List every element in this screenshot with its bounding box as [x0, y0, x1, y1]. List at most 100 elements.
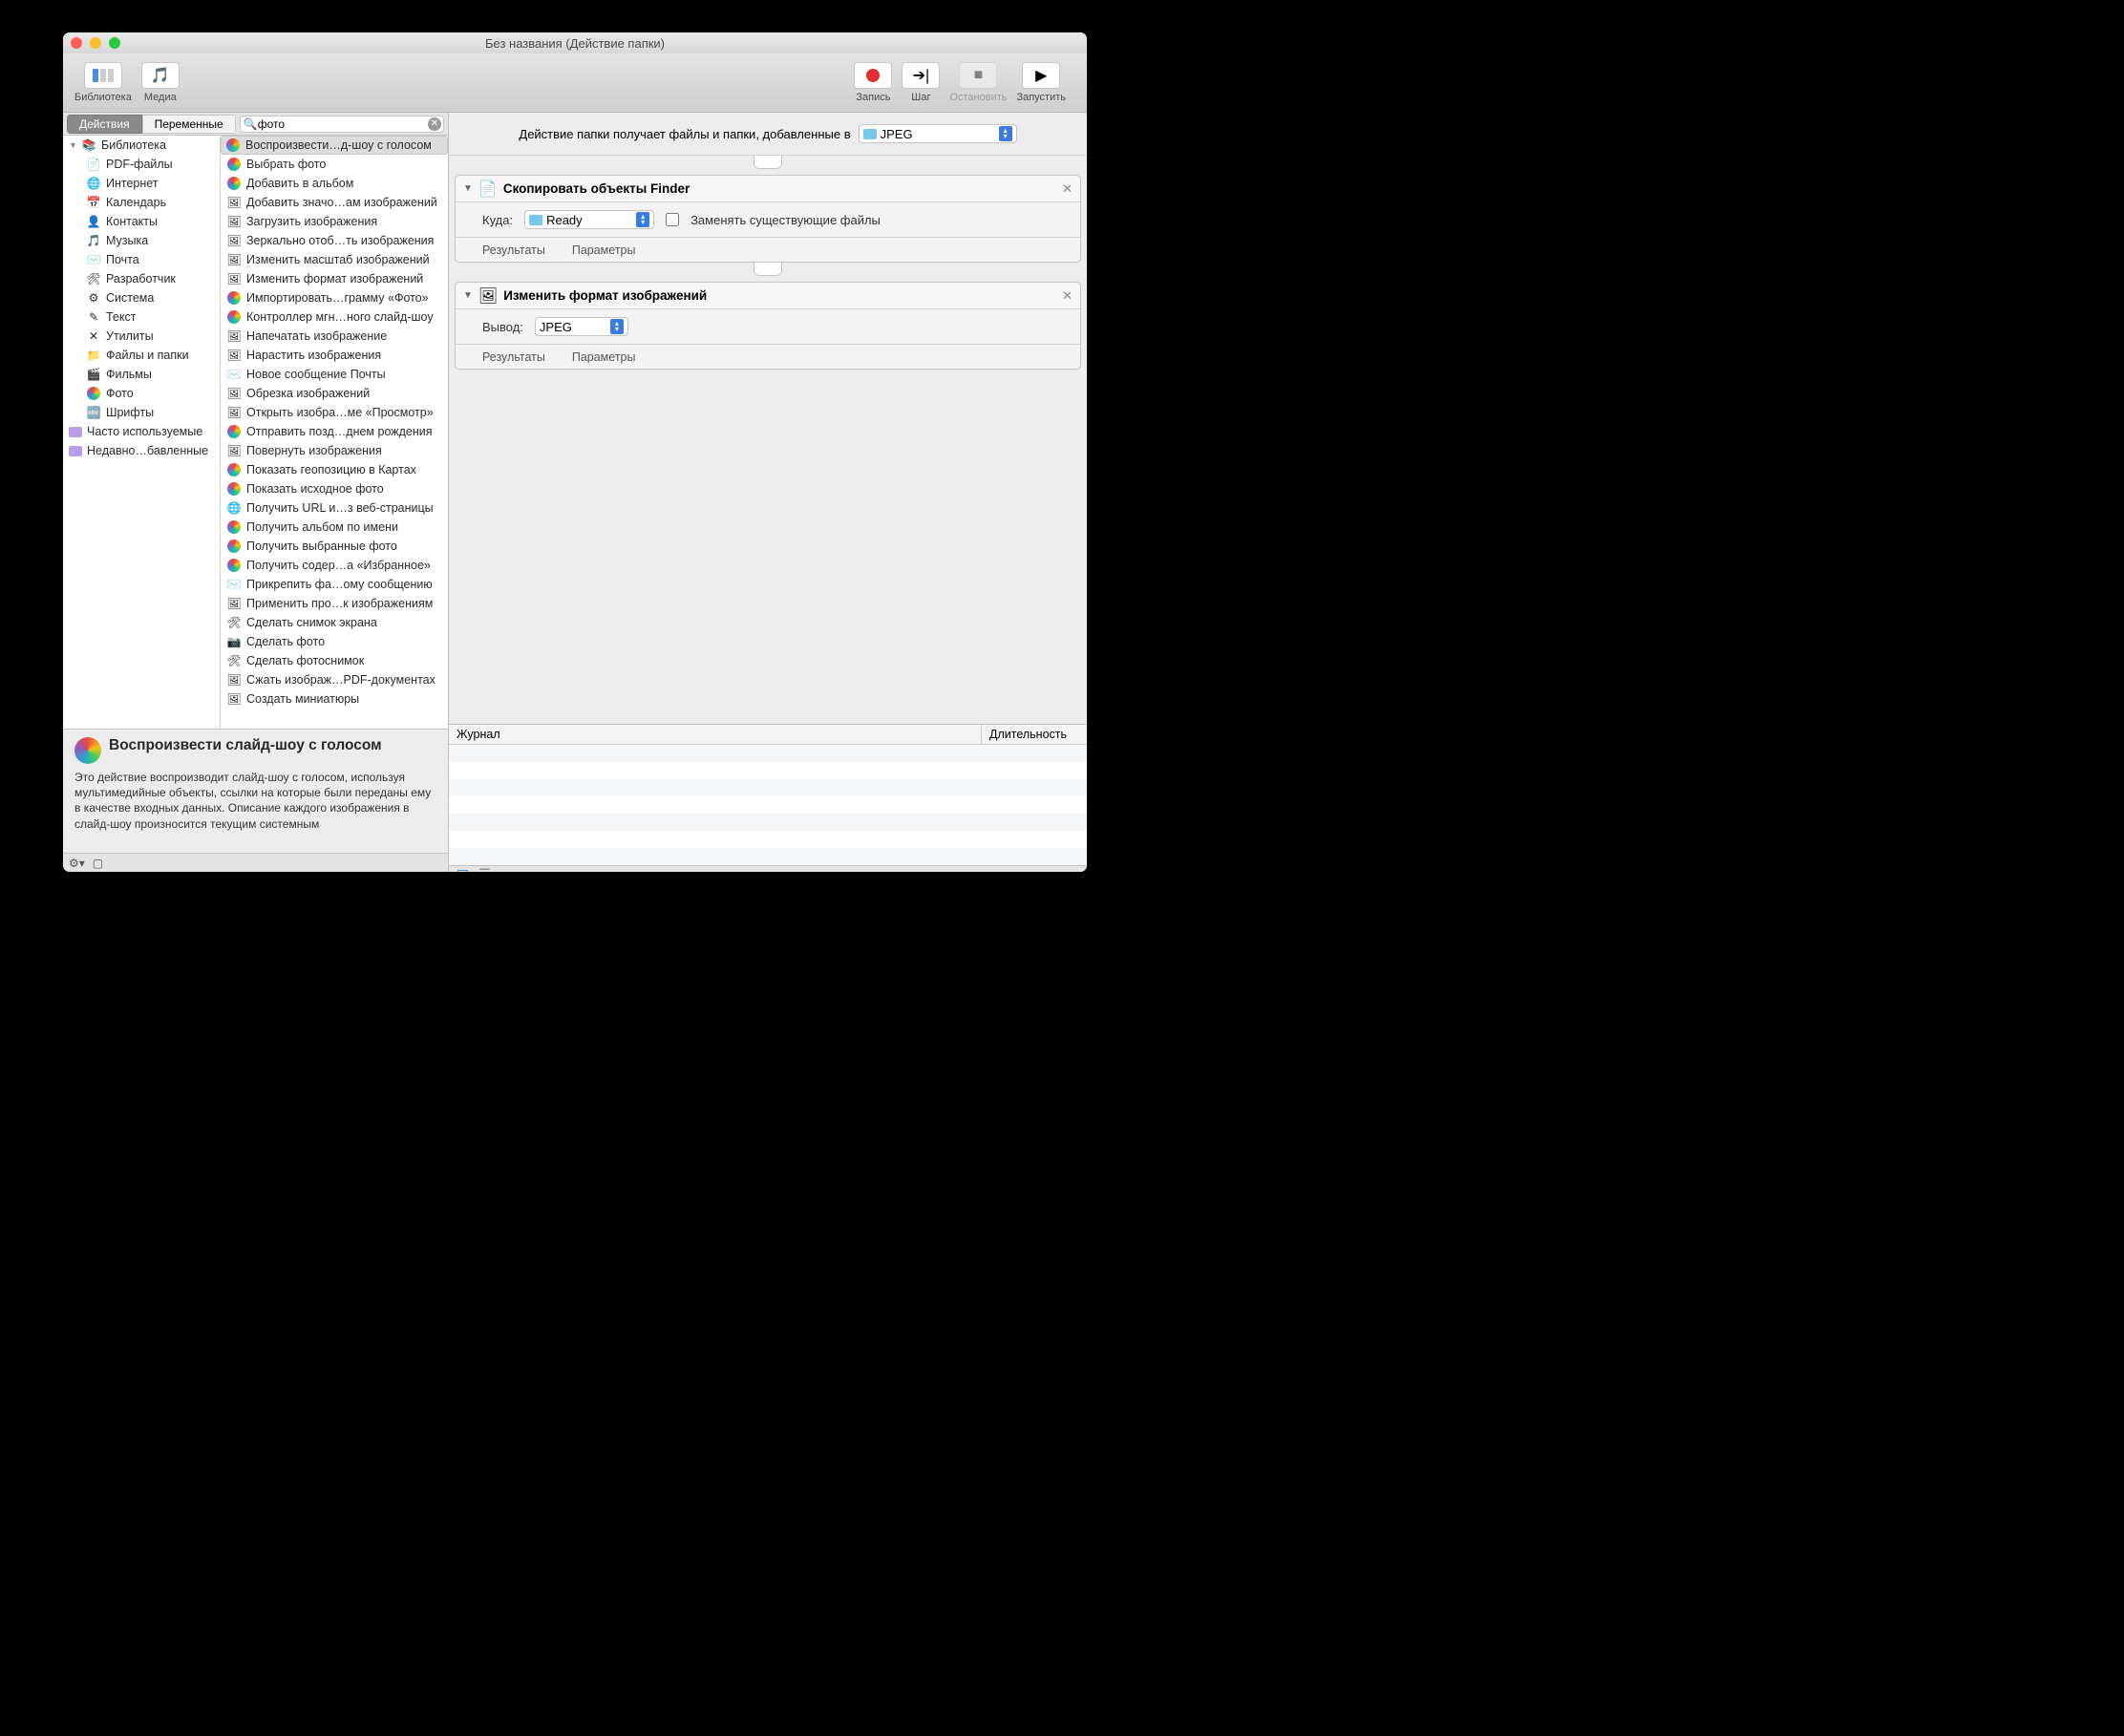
action-change-image-format[interactable]: ▼ 🖼 Изменить формат изображений ✕ Вывод:…	[455, 282, 1081, 370]
library-button[interactable]: Библиотека	[74, 62, 132, 103]
action-list-item[interactable]: Получить содер…а «Избранное»	[221, 556, 448, 575]
library-tree-item[interactable]: 🔤Шрифты	[63, 403, 220, 422]
action-list-item[interactable]: Показать исходное фото	[221, 479, 448, 498]
action-list-item[interactable]: 🖼Загрузить изображения	[221, 212, 448, 231]
media-icon: 🎵	[141, 62, 180, 89]
library-tree-item[interactable]: 🎵Музыка	[63, 231, 220, 250]
action-list-item[interactable]: 🖼Применить про…к изображениям	[221, 594, 448, 613]
action-list-item[interactable]: Контроллер мгн…ного слайд-шоу	[221, 307, 448, 327]
library-tree-item[interactable]: 📅Календарь	[63, 193, 220, 212]
library-tree-item[interactable]: 📁Файлы и папки	[63, 346, 220, 365]
chevron-updown-icon: ▴▾	[636, 212, 649, 227]
workflow-panel: Действие папки получает файлы и папки, д…	[449, 113, 1087, 872]
preview-icon: 🖼	[478, 286, 498, 306]
disclosure-triangle-icon[interactable]: ▼	[463, 290, 473, 301]
tab-variables[interactable]: Переменные	[142, 115, 236, 134]
remove-action-button[interactable]: ✕	[1062, 288, 1073, 304]
stop-button[interactable]: ■ Остановить	[949, 62, 1007, 103]
format-select[interactable]: JPEG ▴▾	[535, 317, 628, 336]
library-tree-item[interactable]: ✎Текст	[63, 307, 220, 327]
toggle-description-icon[interactable]: ▢	[93, 857, 103, 870]
action-list-item[interactable]: ✉️Новое сообщение Почты	[221, 365, 448, 384]
folder-select[interactable]: JPEG ▴▾	[859, 124, 1017, 143]
action-list-item[interactable]: 🖼Изменить формат изображений	[221, 269, 448, 288]
action-list-item[interactable]: 🖼Открыть изобра…ме «Просмотр»	[221, 403, 448, 422]
log-footer: ▤ ☰	[449, 865, 1087, 872]
finder-icon: 📄	[478, 180, 498, 199]
library-tree-item[interactable]: 🎬Фильмы	[63, 365, 220, 384]
remove-action-button[interactable]: ✕	[1062, 181, 1073, 197]
toolbar: Библиотека 🎵 Медиа Запись ➔| Шаг ■ Остан…	[63, 53, 1087, 113]
action-list-item[interactable]: Импортировать…грамму «Фото»	[221, 288, 448, 307]
media-button[interactable]: 🎵 Медиа	[141, 62, 180, 103]
action-list-item[interactable]: 🌐Получить URL и…з веб-страницы	[221, 498, 448, 518]
replace-checkbox[interactable]	[666, 213, 679, 226]
action-list-item[interactable]: 🖼Повернуть изображения	[221, 441, 448, 460]
titlebar: Без названия (Действие папки)	[63, 32, 1087, 53]
action-list-item[interactable]: Добавить в альбом	[221, 174, 448, 193]
gear-icon[interactable]: ⚙︎▾	[69, 857, 85, 870]
clear-search-button[interactable]: ✕	[428, 117, 441, 131]
library-tree-item[interactable]: ✕Утилиты	[63, 327, 220, 346]
workflow-area[interactable]: ▼ 📄 Скопировать объекты Finder ✕ Куда: R…	[449, 156, 1087, 724]
actions-variables-segment: Действия Переменные	[67, 115, 236, 134]
action-list-item[interactable]: 🖼Добавить значо…ам изображений	[221, 193, 448, 212]
search-icon: 🔍	[244, 117, 258, 131]
action-list-item[interactable]: 🛠Сделать снимок экрана	[221, 613, 448, 632]
step-icon: ➔|	[902, 62, 940, 89]
library-tree-item[interactable]: 👤Контакты	[63, 212, 220, 231]
action-list-item[interactable]: ✉️Прикрепить фа…ому сообщению	[221, 575, 448, 594]
log-column-journal[interactable]: Журнал	[449, 725, 982, 744]
action-list-item[interactable]: 🖼Напечатать изображение	[221, 327, 448, 346]
results-tab[interactable]: Результаты	[482, 350, 545, 364]
action-list[interactable]: Воспроизвести…д-шоу с голосомВыбрать фот…	[221, 136, 448, 729]
action-list-item[interactable]: Получить выбранные фото	[221, 537, 448, 556]
search-input[interactable]	[240, 116, 444, 133]
workflow-input-header: Действие папки получает файлы и папки, д…	[449, 113, 1087, 156]
library-tree-item[interactable]: 🌐Интернет	[63, 174, 220, 193]
library-tree-item[interactable]: ✉️Почта	[63, 250, 220, 269]
action-list-item[interactable]: 🖼Создать миниатюры	[221, 689, 448, 709]
record-button[interactable]: Запись	[854, 62, 892, 103]
results-tab[interactable]: Результаты	[482, 243, 545, 257]
library-tree-item[interactable]: Недавно…бавленные	[63, 441, 220, 460]
action-list-item[interactable]: Отправить позд…днем рождения	[221, 422, 448, 441]
library-tree-item[interactable]: ⚙︎Система	[63, 288, 220, 307]
action-list-item[interactable]: 🖼Изменить масштаб изображений	[221, 250, 448, 269]
run-button[interactable]: ▶ Запустить	[1016, 62, 1066, 103]
options-tab[interactable]: Параметры	[572, 350, 636, 364]
action-list-item[interactable]: Показать геопозицию в Картах	[221, 460, 448, 479]
library-tree-item[interactable]: ▼📚Библиотека	[63, 136, 220, 155]
log-rows	[449, 745, 1087, 865]
action-list-item[interactable]: Выбрать фото	[221, 155, 448, 174]
action-list-item[interactable]: 📷Сделать фото	[221, 632, 448, 651]
action-list-item[interactable]: 🖼Нарастить изображения	[221, 346, 448, 365]
library-tree-item[interactable]: 🛠Разработчик	[63, 269, 220, 288]
action-list-item[interactable]: 🖼Обрезка изображений	[221, 384, 448, 403]
log-panel: Журнал Длительность ▤ ☰	[449, 724, 1087, 872]
folder-icon	[529, 215, 542, 225]
tab-actions[interactable]: Действия	[67, 115, 142, 134]
action-description: Воспроизвести слайд-шоу с голосом Это де…	[63, 729, 448, 853]
disclosure-triangle-icon[interactable]: ▼	[463, 183, 473, 194]
library-tree[interactable]: ▼📚Библиотека📄PDF-файлы🌐Интернет📅Календар…	[63, 136, 221, 729]
action-list-item[interactable]: 🖼Зеркально отоб…ть изображения	[221, 231, 448, 250]
log-view-list-icon[interactable]: ▤	[457, 866, 469, 872]
chevron-updown-icon: ▴▾	[999, 126, 1012, 141]
action-list-item[interactable]: Получить альбом по имени	[221, 518, 448, 537]
description-footer: ⚙︎▾ ▢	[63, 853, 448, 872]
search-field: 🔍 ✕	[240, 116, 444, 133]
step-button[interactable]: ➔| Шаг	[902, 62, 940, 103]
action-list-item[interactable]: 🛠Сделать фотоснимок	[221, 651, 448, 670]
connector	[449, 263, 1087, 282]
action-list-item[interactable]: 🖼Сжать изображ…PDF-документах	[221, 670, 448, 689]
action-copy-finder-items[interactable]: ▼ 📄 Скопировать объекты Finder ✕ Куда: R…	[455, 175, 1081, 263]
log-column-duration[interactable]: Длительность	[982, 725, 1087, 744]
library-tree-item[interactable]: 📄PDF-файлы	[63, 155, 220, 174]
action-list-item[interactable]: Воспроизвести…д-шоу с голосом	[221, 136, 448, 155]
library-tree-item[interactable]: Часто используемые	[63, 422, 220, 441]
library-tree-item[interactable]: Фото	[63, 384, 220, 403]
destination-select[interactable]: Ready ▴▾	[524, 210, 654, 229]
log-view-outline-icon[interactable]: ☰	[478, 866, 491, 872]
options-tab[interactable]: Параметры	[572, 243, 636, 257]
